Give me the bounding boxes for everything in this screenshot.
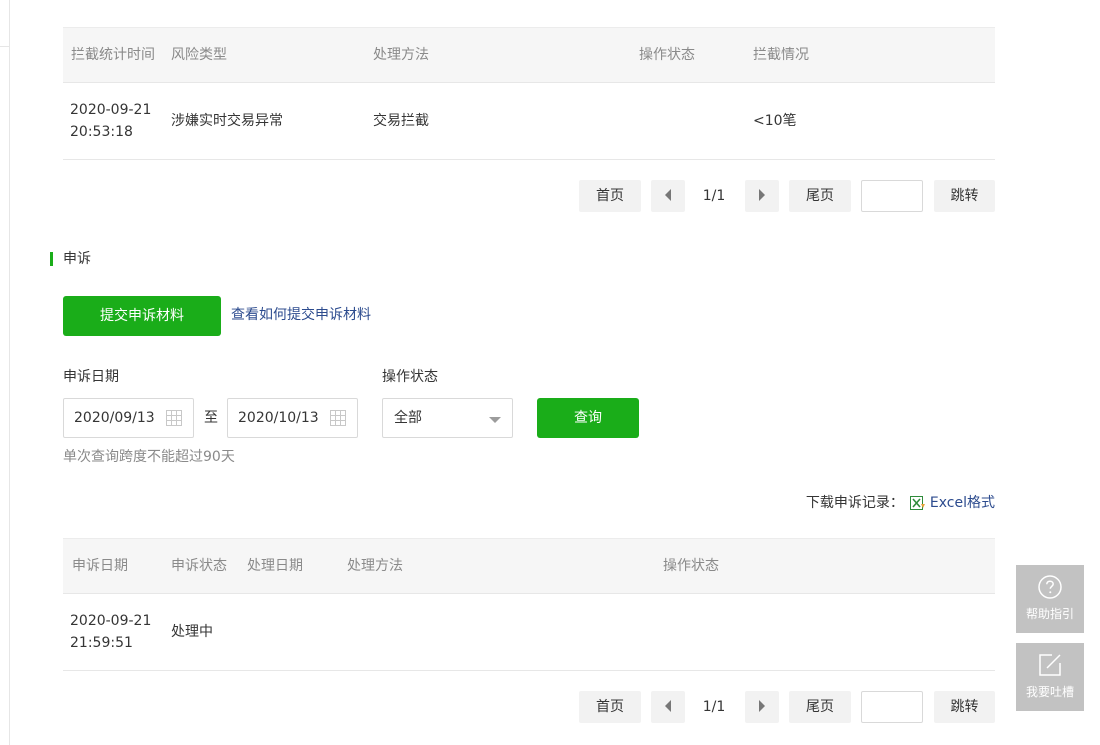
feedback-button[interactable]: 我要吐槽	[1016, 643, 1084, 711]
page-indicator: 1/1	[702, 188, 726, 204]
header-handle-method: 处理方法	[347, 558, 403, 574]
pagination-bottom: 首页 1/1 尾页 跳转	[579, 691, 995, 723]
left-sidebar-edge	[0, 0, 10, 745]
calendar-icon	[330, 410, 346, 426]
excel-download-link[interactable]: Excel格式	[930, 494, 995, 512]
download-label: 下载申诉记录：	[805, 495, 904, 511]
header-appeal-status: 申诉状态	[171, 558, 227, 574]
next-page-button[interactable]	[745, 180, 779, 212]
last-page-button[interactable]: 尾页	[789, 180, 851, 212]
header-operation-status: 操作状态	[663, 558, 719, 574]
cell-intercept-result: <10笔	[753, 113, 797, 129]
status-select[interactable]: 全部	[382, 398, 513, 438]
how-to-submit-link[interactable]: 查看如何提交申诉材料	[231, 305, 371, 325]
query-button[interactable]: 查询	[537, 398, 639, 438]
question-circle-icon	[1038, 575, 1062, 599]
cell-appeal-date: 2020-09-21 21:59:51	[70, 610, 151, 654]
cell-intercept-time: 2020-09-21 20:53:18	[70, 99, 151, 143]
caret-left-icon	[665, 189, 671, 201]
table-row: 2020-09-21 20:53:18 涉嫌实时交易异常 交易拦截 <10笔	[63, 83, 995, 160]
header-appeal-date: 申诉日期	[72, 558, 128, 574]
query-range-hint: 单次查询跨度不能超过90天	[63, 449, 235, 465]
table-header: 拦截统计时间 风险类型 处理方法 操作状态 拦截情况	[63, 27, 995, 83]
first-page-button[interactable]: 首页	[579, 691, 641, 723]
header-intercept-time: 拦截统计时间	[71, 47, 155, 63]
header-handle-date: 处理日期	[247, 558, 303, 574]
cell-risk-type: 涉嫌实时交易异常	[171, 113, 283, 129]
help-guide-label: 帮助指引	[1025, 607, 1074, 621]
jump-button[interactable]: 跳转	[934, 180, 995, 212]
cell-date: 2020-09-21	[70, 613, 152, 629]
download-records: 下载申诉记录： Excel格式	[806, 494, 995, 512]
prev-page-button[interactable]	[651, 691, 685, 723]
date-range-separator: 至	[204, 410, 218, 426]
table-row: 2020-09-21 21:59:51 处理中	[63, 594, 995, 671]
header-intercept-result: 拦截情况	[753, 47, 809, 63]
first-page-button[interactable]: 首页	[579, 180, 641, 212]
cell-method: 交易拦截	[373, 113, 429, 129]
appeal-table: 申诉日期 申诉状态 处理日期 处理方法 操作状态 2020-09-21 21:5…	[63, 538, 995, 671]
section-accent-bar	[50, 252, 53, 266]
cell-clock: 21:59:51	[70, 635, 133, 651]
jump-button[interactable]: 跳转	[934, 691, 995, 723]
caret-left-icon	[665, 700, 671, 712]
edit-icon	[1039, 654, 1061, 676]
chevron-down-icon	[489, 417, 501, 423]
cell-appeal-status: 处理中	[171, 624, 213, 640]
page-indicator: 1/1	[702, 699, 726, 715]
prev-page-button[interactable]	[651, 180, 685, 212]
help-guide-button[interactable]: 帮助指引	[1016, 565, 1084, 633]
next-page-button[interactable]	[745, 691, 779, 723]
cell-date: 2020-09-21	[70, 102, 152, 118]
appeal-date-label: 申诉日期	[63, 369, 119, 385]
date-from-input[interactable]: 2020/09/13	[63, 398, 194, 438]
feedback-label: 我要吐槽	[1025, 685, 1074, 699]
section-title-appeal: 申诉	[50, 250, 91, 268]
caret-right-icon	[759, 700, 765, 712]
excel-icon	[909, 496, 925, 510]
interception-table: 拦截统计时间 风险类型 处理方法 操作状态 拦截情况 2020-09-21 20…	[63, 27, 995, 160]
caret-right-icon	[759, 189, 765, 201]
pagination-top: 首页 1/1 尾页 跳转	[579, 180, 995, 212]
header-operation-status: 操作状态	[639, 47, 695, 63]
submit-appeal-button[interactable]: 提交申诉材料	[63, 296, 221, 336]
section-title-text: 申诉	[63, 251, 91, 267]
date-from-value: 2020/09/13	[74, 410, 155, 426]
table-header: 申诉日期 申诉状态 处理日期 处理方法 操作状态	[63, 538, 995, 594]
page-jump-input[interactable]	[861, 691, 923, 723]
last-page-button[interactable]: 尾页	[789, 691, 851, 723]
header-method: 处理方法	[373, 47, 429, 63]
calendar-icon	[166, 410, 182, 426]
page-jump-input[interactable]	[861, 180, 923, 212]
cell-clock: 20:53:18	[70, 124, 133, 140]
date-to-input[interactable]: 2020/10/13	[227, 398, 358, 438]
status-select-value: 全部	[394, 410, 422, 426]
header-risk-type: 风险类型	[171, 47, 227, 63]
status-filter-label: 操作状态	[382, 369, 438, 385]
date-to-value: 2020/10/13	[238, 410, 319, 426]
sidebar-divider	[0, 46, 10, 47]
